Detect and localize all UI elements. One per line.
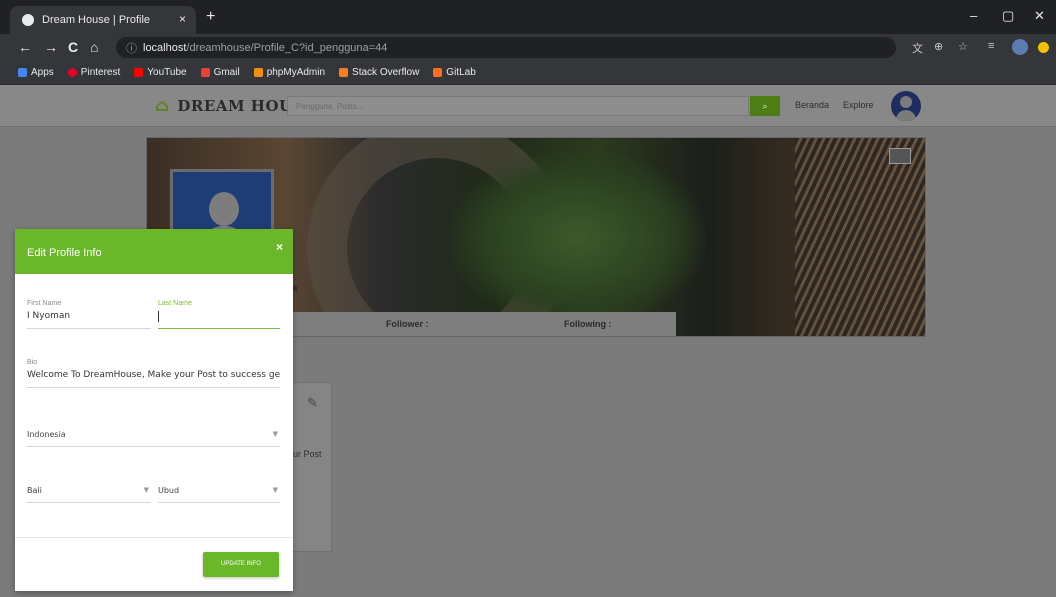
minimize-button[interactable]: – — [970, 8, 977, 23]
bookmarks-bar: Apps Pinterest YouTube Gmail phpMyAdmin … — [0, 61, 1056, 85]
first-name-label: First Name — [27, 300, 62, 307]
province-select[interactable]: Bali ▼ — [27, 486, 151, 503]
zoom-icon[interactable]: ⊕ — [934, 40, 943, 53]
chevron-down-icon: ▼ — [143, 486, 149, 494]
phpmyadmin-icon — [253, 68, 263, 77]
last-name-field: Last Name — [158, 300, 280, 329]
modal-footer-divider — [15, 537, 293, 538]
following-count[interactable]: Following : — [564, 319, 612, 329]
cover-photo-fern — [447, 148, 707, 328]
bio-input[interactable]: Welcome To DreamHouse, Make your Post to… — [27, 370, 280, 388]
gmail-icon — [200, 68, 210, 77]
favicon-icon — [22, 14, 34, 26]
media-control-icon[interactable]: ≡ — [988, 40, 994, 52]
edit-profile-modal: Edit Profile Info × First Name I Nyoman … — [15, 229, 293, 591]
text-caret — [158, 311, 159, 322]
bio-label: Bio — [27, 359, 38, 366]
city-select[interactable]: Ubud ▼ — [158, 486, 280, 503]
url-path: /dreamhouse/Profile_C?id_pengguna=44 — [186, 41, 388, 54]
browser-tab[interactable]: Dream House | Profile × — [10, 6, 196, 34]
bookmark-gitlab[interactable]: GitLab — [433, 67, 476, 78]
change-cover-icon[interactable] — [889, 148, 911, 164]
profile-stats-bar: Follower : Following : — [280, 312, 676, 336]
bookmark-stackoverflow[interactable]: Stack Overflow — [339, 67, 419, 78]
last-name-label: Last Name — [158, 300, 192, 307]
new-tab-button[interactable]: + — [206, 8, 215, 26]
bookmark-phpmyadmin[interactable]: phpMyAdmin — [253, 67, 325, 78]
house-logo-icon: ⌂ — [155, 96, 170, 116]
stackoverflow-icon — [339, 68, 349, 77]
forward-button[interactable]: → — [44, 39, 58, 55]
modal-close-icon[interactable]: × — [276, 240, 283, 254]
search-input[interactable]: Pengguna, Posts... — [287, 96, 749, 116]
bookmark-gmail[interactable]: Gmail — [200, 67, 240, 78]
tab-title: Dream House | Profile — [42, 14, 151, 26]
search-button[interactable]: ⌕ — [750, 96, 780, 116]
chevron-down-icon: ▼ — [272, 430, 278, 438]
country-select[interactable]: Indonesia ▼ — [27, 430, 280, 447]
site-navbar: ⌂ DREAM HOUSE Pengguna, Posts... ⌕ Beran… — [0, 85, 1056, 127]
bookmark-star-icon[interactable]: ☆ — [958, 40, 968, 53]
modal-header: Edit Profile Info × — [15, 229, 293, 274]
card-text: ur Post — [293, 449, 322, 459]
user-avatar-head — [900, 96, 912, 108]
first-name-field: First Name I Nyoman — [27, 300, 151, 329]
chevron-down-icon: ▼ — [272, 486, 278, 494]
nav-link-beranda[interactable]: Beranda — [795, 100, 829, 110]
nav-link-explore[interactable]: Explore — [843, 100, 874, 110]
maximize-button[interactable]: ▢ — [1002, 8, 1014, 24]
bio-field: Bio Welcome To DreamHouse, Make your Pos… — [27, 359, 280, 388]
first-name-input[interactable]: I Nyoman — [27, 311, 151, 329]
profile-avatar-icon[interactable] — [1012, 39, 1028, 55]
back-button[interactable]: ← — [18, 39, 32, 55]
site-info-icon[interactable]: ⓘ — [126, 40, 137, 56]
bookmark-youtube[interactable]: YouTube — [134, 67, 187, 78]
bookmark-pinterest[interactable]: Pinterest — [67, 67, 120, 78]
extension-icon[interactable] — [1038, 42, 1049, 53]
gitlab-icon — [433, 68, 443, 77]
translate-icon[interactable]: 文 — [912, 40, 923, 56]
tab-close-icon[interactable]: × — [179, 12, 186, 26]
youtube-icon — [134, 68, 144, 77]
bookmark-apps[interactable]: Apps — [18, 67, 54, 78]
close-window-button[interactable]: ✕ — [1034, 8, 1045, 24]
edit-pencil-icon[interactable]: ✎ — [307, 395, 318, 411]
pinterest-icon — [67, 68, 77, 77]
browser-tab-bar: Dream House | Profile × + – ▢ ✕ — [0, 0, 1056, 34]
country-value: Indonesia — [27, 430, 66, 439]
apps-icon — [18, 68, 27, 77]
search-icon: ⌕ — [762, 101, 768, 111]
city-value: Ubud — [158, 486, 180, 495]
follower-count[interactable]: Follower : — [386, 319, 429, 329]
last-name-input[interactable] — [158, 311, 280, 329]
modal-title: Edit Profile Info — [27, 247, 102, 259]
province-value: Bali — [27, 486, 42, 495]
profile-avatar-head — [209, 192, 239, 226]
cover-photo-railing — [795, 138, 925, 336]
user-avatar[interactable] — [891, 91, 921, 121]
url-bar[interactable]: ⓘ localhost /dreamhouse/Profile_C?id_pen… — [116, 37, 896, 58]
update-info-button[interactable]: UPDATE INFO — [203, 552, 279, 577]
home-button[interactable]: ⌂ — [90, 39, 98, 55]
address-toolbar: ← → C ⌂ ⓘ localhost /dreamhouse/Profile_… — [0, 34, 1056, 61]
url-host: localhost — [143, 41, 187, 54]
user-avatar-body — [896, 110, 916, 121]
reload-button[interactable]: C — [68, 39, 78, 55]
